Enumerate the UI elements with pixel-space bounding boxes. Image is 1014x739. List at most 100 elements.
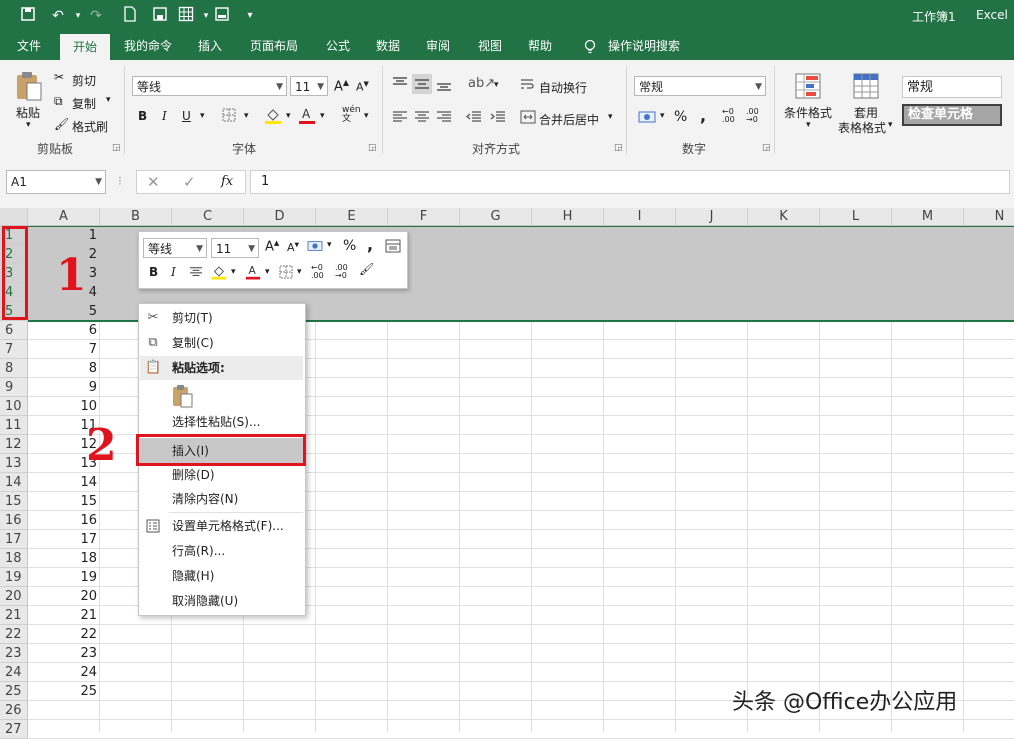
font-launcher-icon[interactable]: ◲ (368, 143, 377, 153)
cell-a18[interactable]: 18 (28, 549, 100, 568)
menu-item-delete[interactable]: 删除(D) (172, 464, 215, 486)
copy-icon[interactable]: ⧉ (54, 94, 63, 109)
cell-a27[interactable] (28, 720, 100, 739)
cell-a1[interactable]: 1 (28, 226, 100, 245)
borders-icon[interactable] (222, 108, 236, 125)
row-header-12[interactable]: 12 (0, 435, 28, 454)
increase-font-icon[interactable]: A▲ (334, 78, 349, 94)
tab-my-commands[interactable]: 我的命令 (116, 32, 180, 60)
align-left-icon[interactable] (392, 110, 408, 127)
mini-borders-dropdown-icon[interactable]: ▾ (297, 267, 302, 277)
column-header-h[interactable]: H (532, 208, 604, 226)
cell-a9[interactable]: 9 (28, 378, 100, 397)
tab-view[interactable]: 视图 (470, 32, 510, 60)
column-header-c[interactable]: C (172, 208, 244, 226)
row-header-26[interactable]: 26 (0, 701, 28, 720)
mini-accounting-icon[interactable] (307, 239, 323, 256)
phonetic-dropdown-icon[interactable]: ▾ (364, 111, 369, 121)
row-header-13[interactable]: 13 (0, 454, 28, 473)
paste-dropdown-icon[interactable]: ▾ (26, 120, 31, 130)
merge-center-button[interactable]: 合并后居中 (539, 111, 599, 128)
column-header-i[interactable]: I (604, 208, 676, 226)
decrease-indent-icon[interactable] (465, 110, 482, 127)
font-name-combo[interactable]: 等线 ▼ (132, 76, 287, 96)
mini-decrease-font-icon[interactable]: A▼ (287, 241, 299, 254)
formula-input[interactable]: 1 (250, 170, 1010, 194)
cell-a15[interactable]: 15 (28, 492, 100, 511)
menu-item-unhide[interactable]: 取消隐藏(U) (172, 590, 238, 612)
clipboard-launcher-icon[interactable]: ◲ (112, 143, 121, 153)
accounting-dropdown-icon[interactable]: ▾ (660, 111, 665, 121)
row-header-22[interactable]: 22 (0, 625, 28, 644)
align-right-icon[interactable] (436, 110, 452, 127)
format-painter-button[interactable]: 格式刷 (72, 118, 108, 135)
column-header-k[interactable]: K (748, 208, 820, 226)
mini-borders-icon[interactable] (279, 265, 293, 282)
mini-format-cells-icon[interactable] (385, 239, 401, 256)
tab-formulas[interactable]: 公式 (318, 32, 358, 60)
menu-item-cut[interactable]: 剪切(T) (172, 307, 213, 329)
row-header-15[interactable]: 15 (0, 492, 28, 511)
cell-a19[interactable]: 19 (28, 568, 100, 587)
tell-me-search[interactable]: 操作说明搜索 (604, 32, 684, 60)
font-color-dropdown-icon[interactable]: ▾ (320, 111, 325, 121)
decrease-decimal-icon[interactable]: .00 →0 (746, 108, 759, 124)
cell-a10[interactable]: 10 (28, 397, 100, 416)
number-format-combo[interactable]: 常规 ▼ (634, 76, 766, 96)
cell-a24[interactable]: 24 (28, 663, 100, 682)
cell-a17[interactable]: 17 (28, 530, 100, 549)
row-header-19[interactable]: 19 (0, 568, 28, 587)
underline-dropdown-icon[interactable]: ▾ (200, 111, 205, 121)
increase-decimal-icon[interactable]: ←0.00 (722, 108, 735, 124)
borders-dropdown-icon[interactable]: ▾ (244, 111, 249, 121)
font-size-combo[interactable]: 11 ▼ (290, 76, 328, 96)
mini-percent-button[interactable]: % (343, 238, 356, 254)
mini-fill-dropdown-icon[interactable]: ▾ (231, 267, 236, 277)
mini-accounting-dropdown-icon[interactable]: ▾ (327, 240, 332, 250)
column-header-n[interactable]: N (964, 208, 1014, 226)
conditional-format-icon[interactable] (794, 72, 822, 103)
menu-item-clear-contents[interactable]: 清除内容(N) (172, 488, 238, 510)
bold-button[interactable]: B (138, 109, 147, 123)
conditional-dropdown-icon[interactable]: ▾ (806, 120, 811, 130)
cut-icon[interactable]: ✂ (54, 70, 64, 84)
mini-center-icon[interactable] (189, 266, 203, 281)
cell-a6[interactable]: 6 (28, 321, 100, 340)
alignment-launcher-icon[interactable]: ◲ (614, 143, 623, 153)
row-header-23[interactable]: 23 (0, 644, 28, 663)
align-center-icon[interactable] (414, 110, 430, 127)
mini-size-combo[interactable]: 11 ▼ (211, 238, 259, 258)
orientation-dropdown-icon[interactable]: ▾ (494, 80, 499, 90)
format-painter-icon[interactable]: 🖌 (54, 117, 69, 131)
lightbulb-icon[interactable] (578, 32, 602, 60)
tab-help[interactable]: 帮助 (520, 32, 560, 60)
italic-button[interactable]: I (162, 109, 167, 123)
mini-comma-button[interactable]: , (367, 235, 373, 254)
save-icon[interactable] (18, 6, 38, 26)
tab-insert[interactable]: 插入 (190, 32, 230, 60)
column-header-g[interactable]: G (460, 208, 532, 226)
cut-button[interactable]: 剪切 (72, 72, 96, 89)
cell-a21[interactable]: 21 (28, 606, 100, 625)
mini-increase-decimal-icon[interactable]: ←0.00 (311, 264, 324, 280)
cell-a5[interactable]: 5 (28, 302, 100, 321)
cell-a20[interactable]: 20 (28, 587, 100, 606)
column-header-b[interactable]: B (100, 208, 172, 226)
conditional-format-button[interactable]: 条件格式 (784, 104, 832, 121)
merge-dropdown-icon[interactable]: ▾ (608, 112, 613, 122)
cell-a16[interactable]: 16 (28, 511, 100, 530)
row-header-6[interactable]: 6 (0, 321, 28, 340)
cell-a22[interactable]: 22 (28, 625, 100, 644)
cell-a14[interactable]: 14 (28, 473, 100, 492)
column-header-l[interactable]: L (820, 208, 892, 226)
percent-button[interactable]: % (674, 109, 687, 125)
row-header-14[interactable]: 14 (0, 473, 28, 492)
table-dropdown-icon[interactable]: ▾ (888, 120, 893, 130)
menu-item-copy[interactable]: 复制(C) (172, 332, 214, 354)
column-header-j[interactable]: J (676, 208, 748, 226)
table-grid-icon[interactable] (176, 6, 196, 26)
drag-handle-icon[interactable]: ⁝ (118, 174, 122, 188)
mini-font-color-dropdown-icon[interactable]: ▾ (265, 267, 270, 277)
tab-home[interactable]: 开始 (60, 34, 110, 60)
mini-format-painter-icon[interactable]: 🖌 (359, 262, 374, 276)
